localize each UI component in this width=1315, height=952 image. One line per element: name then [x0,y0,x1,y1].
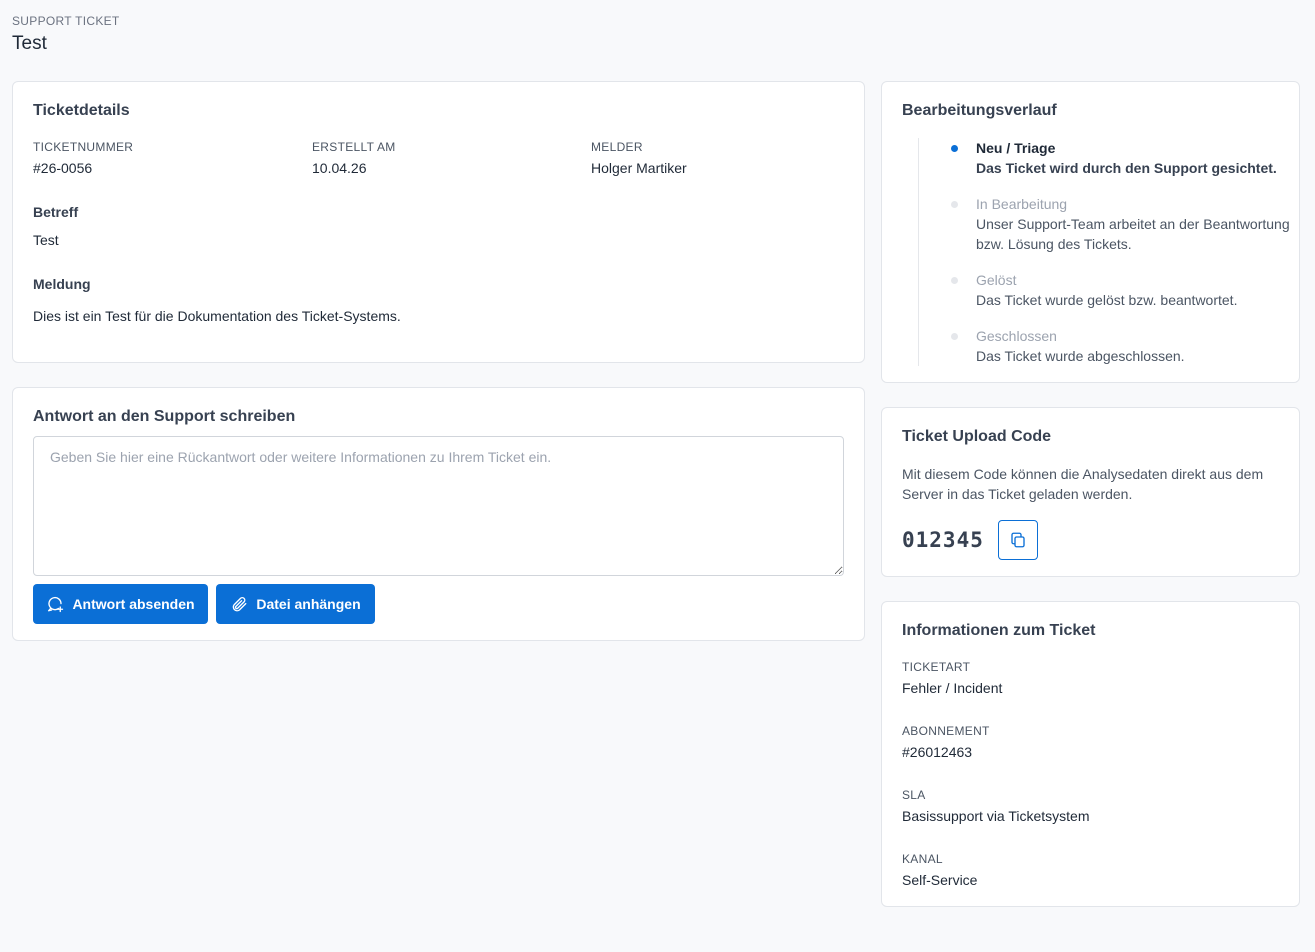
page-eyebrow: SUPPORT TICKET [12,14,120,28]
copy-icon [1009,531,1027,549]
upload-code-value: 012345 [902,528,984,552]
attach-file-button[interactable]: Datei anhängen [216,584,375,624]
history-title: Bearbeitungsverlauf [902,102,1057,119]
send-reply-button[interactable]: Antwort absenden [33,584,208,624]
meldung-label: Meldung [33,276,91,292]
ticketart-value: Fehler / Incident [902,680,1003,696]
step-title: Neu / Triage [976,140,1056,156]
step-desc: Unser Support-Team arbeitet an der Beant… [976,216,1290,252]
send-reply-label: Antwort absenden [72,596,195,612]
ticket-page: SUPPORT TICKET Test Ticketdetails TICKET… [0,0,1315,952]
timeline-dot [951,201,958,208]
step-desc: Das Ticket wurde gelöst bzw. beantwortet… [976,292,1238,308]
step-title: Gelöst [976,272,1017,288]
kanal-value: Self-Service [902,872,978,888]
upload-code-desc: Mit diesem Code können die Analysedaten … [902,466,1264,502]
abonnement-value: #26012463 [902,744,973,760]
ticketnummer-value: #26-0056 [33,160,93,176]
ticket-details-title: Ticketdetails [33,102,130,119]
attach-file-label: Datei anhängen [256,596,361,612]
ticket-details-card: Ticketdetails TICKETNUMMER #26-0056 ERST… [12,81,865,363]
paperclip-icon [230,595,248,613]
sla-label: SLA [902,788,926,802]
timeline-dot [951,277,958,284]
sla-value: Basissupport via Ticketsystem [902,808,1090,824]
reply-card: Antwort an den Support schreiben Antwort… [12,387,865,641]
abonnement-label: ABONNEMENT [902,724,990,738]
step-title: In Bearbeitung [976,196,1068,212]
ticket-info-title: Informationen zum Ticket [902,622,1096,639]
timeline-line [918,138,919,366]
upload-code-title: Ticket Upload Code [902,428,1052,445]
reply-title: Antwort an den Support schreiben [33,408,296,425]
erstellt-value: 10.04.26 [312,160,367,176]
timeline-dot [951,145,958,152]
step-title: Geschlossen [976,328,1057,344]
erstellt-label: ERSTELLT AM [312,140,396,154]
upload-code-card: Ticket Upload Code Mit diesem Code könne… [881,407,1300,577]
chat-plus-icon [46,595,64,613]
page-title: Test [12,33,47,54]
ticket-info-card: Informationen zum Ticket TICKETART Fehle… [881,601,1300,907]
betreff-label: Betreff [33,204,79,220]
history-card: Bearbeitungsverlauf Neu / Triage Das Tic… [881,81,1300,383]
kanal-label: KANAL [902,852,943,866]
copy-code-button[interactable] [998,520,1038,560]
betreff-value: Test [33,232,59,248]
melder-label: MELDER [591,140,643,154]
ticketnummer-label: TICKETNUMMER [33,140,134,154]
melder-value: Holger Martiker [591,160,687,176]
timeline-dot [951,333,958,340]
meldung-value: Dies ist ein Test für die Dokumentation … [33,308,401,324]
step-desc: Das Ticket wird durch den Support gesich… [976,160,1277,176]
reply-textarea[interactable] [33,436,844,576]
step-desc: Das Ticket wurde abgeschlossen. [976,348,1185,364]
ticketart-label: TICKETART [902,660,971,674]
